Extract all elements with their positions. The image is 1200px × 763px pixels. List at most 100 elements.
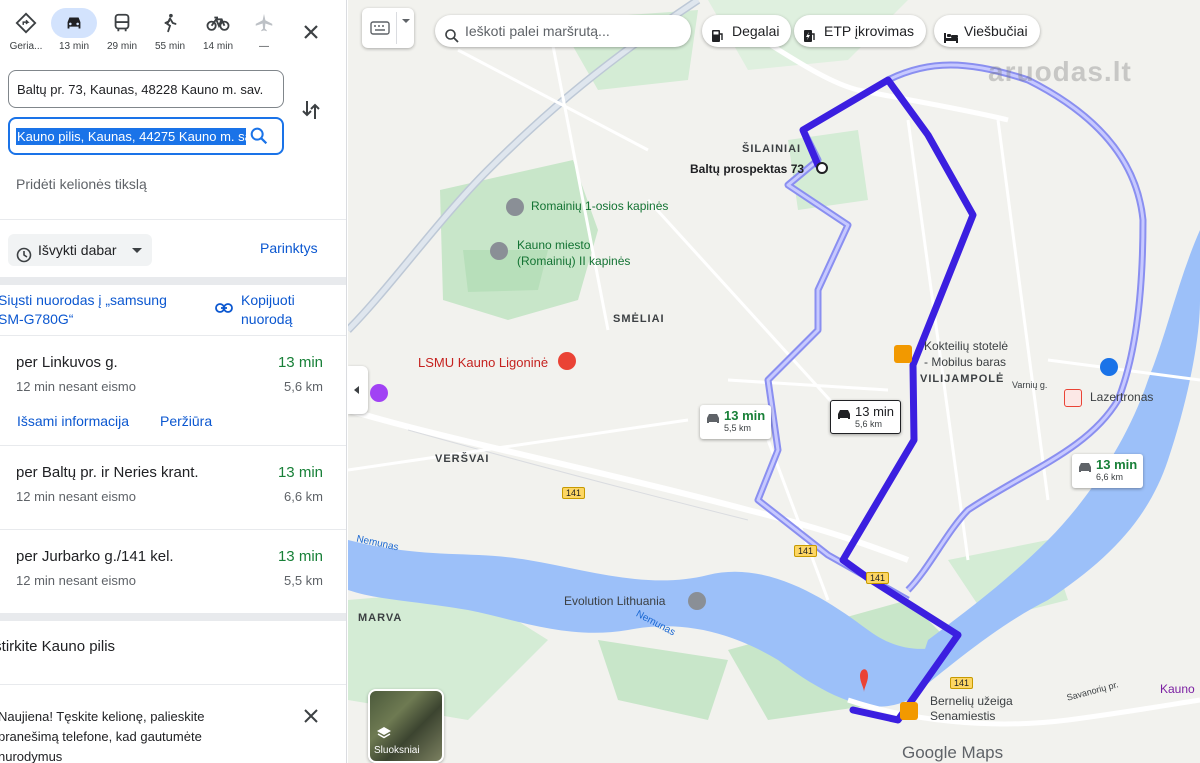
route-via: per Linkuvos g. xyxy=(16,354,118,371)
poi-label[interactable]: - Mobilus baras xyxy=(924,355,1006,369)
diamond-route-icon xyxy=(3,8,49,38)
origin-marker[interactable] xyxy=(816,162,828,174)
area-label: VILIJAMPOLĖ xyxy=(920,373,1005,385)
travel-mode-bar: Geria... 13 min 29 min 55 min 14 min — xyxy=(0,6,346,62)
museum-icon[interactable] xyxy=(370,384,388,402)
poi-label[interactable]: Lazertronas xyxy=(1090,390,1153,404)
divider xyxy=(0,219,346,220)
area-label: MARVA xyxy=(358,612,403,624)
directions-panel: Geria... 13 min 29 min 55 min 14 min — B… xyxy=(0,0,347,763)
route-time: 13 min xyxy=(277,464,323,481)
route-option-1[interactable]: per Linkuvos g. 13 min 12 min nesant eis… xyxy=(0,335,346,445)
route-traffic: 12 min nesant eismo xyxy=(16,379,136,394)
chevron-left-icon xyxy=(354,386,359,394)
send-to-phone-link[interactable]: Siųsti nuorodas į „samsung SM-G780G“ xyxy=(0,291,188,329)
origin-input[interactable] xyxy=(9,71,283,107)
keyboard-icon xyxy=(370,21,390,35)
ev-charger-icon xyxy=(803,23,817,55)
poi-label[interactable]: Kauno miesto xyxy=(517,238,590,252)
poi-label[interactable]: Senamiestis xyxy=(930,709,995,723)
mode-transit[interactable]: 29 min xyxy=(98,8,146,58)
poi-label[interactable]: Kokteilių stotelė xyxy=(924,339,1008,353)
place-icon[interactable] xyxy=(688,592,706,610)
area-label: VERŠVAI xyxy=(435,453,490,465)
cemetery-icon[interactable] xyxy=(490,242,508,260)
walk-icon xyxy=(147,8,193,38)
poi-label[interactable]: LSMU Kauno Ligoninė xyxy=(418,355,548,370)
layers-icon xyxy=(376,725,392,746)
road-number-badge: 141 xyxy=(794,545,818,557)
section-separator xyxy=(0,613,346,621)
home-icon[interactable] xyxy=(1100,358,1118,376)
mode-best[interactable]: Geria... xyxy=(2,8,50,58)
poi-label[interactable]: Bernelių užeiga xyxy=(930,694,1013,708)
chip-hotels[interactable]: Viešbučiai xyxy=(934,15,1040,47)
close-directions-button[interactable] xyxy=(296,17,326,47)
bar-icon[interactable] xyxy=(894,345,912,363)
chip-ev-charging[interactable]: ETP įkrovimas xyxy=(794,15,926,47)
area-label: ŠILAINIAI xyxy=(742,143,802,155)
section-separator xyxy=(0,277,346,285)
route-callout-selected[interactable]: 13 min 5,6 km xyxy=(830,400,902,434)
dismiss-news-button[interactable] xyxy=(300,705,322,732)
route-distance: 5,6 km xyxy=(283,379,323,394)
street-label: Varnių g. xyxy=(1012,380,1048,390)
preview-link[interactable]: Peržiūra xyxy=(160,413,212,429)
road-number-badge: 141 xyxy=(950,677,974,689)
poi-label[interactable]: Romainių 1-osios kapinės xyxy=(531,199,668,213)
origin-marker-label[interactable]: Baltų prospektas 73 xyxy=(690,162,804,176)
chevron-down-icon xyxy=(132,248,142,253)
depart-time-dropdown[interactable]: Išvykti dabar xyxy=(8,234,152,266)
close-icon xyxy=(304,709,318,723)
poi-label[interactable]: Evolution Lithuania xyxy=(564,594,665,608)
copy-link-button[interactable]: Kopijuoti nuorodą xyxy=(241,291,338,329)
watermark-logo: aruodas.lt xyxy=(988,56,1132,87)
close-icon xyxy=(304,25,318,39)
route-callout-alt-1[interactable]: 13 min 5,5 km xyxy=(700,405,772,439)
clock-icon xyxy=(16,242,32,274)
hospital-icon[interactable] xyxy=(558,352,576,370)
options-link[interactable]: Parinktys xyxy=(260,240,318,256)
fuel-pump-icon xyxy=(711,23,725,55)
route-option-3[interactable]: per Jurbarko g./141 kel. 13 min 12 min n… xyxy=(0,529,346,613)
car-icon xyxy=(836,407,852,425)
mode-bike[interactable]: 14 min xyxy=(194,8,242,58)
search-icon[interactable] xyxy=(248,125,270,152)
mode-flight[interactable]: — xyxy=(240,8,288,58)
route-distance: 6,6 km xyxy=(283,489,323,504)
route-callout-alt-2[interactable]: 13 min 6,6 km xyxy=(1072,454,1144,488)
collapse-panel-button[interactable] xyxy=(348,366,368,414)
road-number-badge: 141 xyxy=(562,487,586,499)
route-option-2[interactable]: per Baltų pr. ir Neries krant. 13 min 12… xyxy=(0,445,346,529)
mode-car[interactable]: 13 min xyxy=(50,8,98,58)
swap-arrows-icon xyxy=(302,101,320,119)
chip-fuel[interactable]: Degalai xyxy=(702,15,792,47)
destination-input[interactable]: Kauno pilis, Kaunas, 44275 Kauno m. sav. xyxy=(16,128,246,145)
car-icon xyxy=(51,8,97,38)
bus-icon xyxy=(99,8,145,38)
details-link[interactable]: Išsami informacija xyxy=(17,413,129,429)
search-along-route[interactable]: Ieškoti palei maršrutą... xyxy=(435,15,691,47)
mode-walk[interactable]: 55 min xyxy=(146,8,194,58)
add-destination-link[interactable]: Pridėti kelionės tikslą xyxy=(16,176,147,192)
route-via: per Baltų pr. ir Neries krant. xyxy=(16,464,199,481)
input-tools-button[interactable] xyxy=(362,8,414,48)
search-icon xyxy=(444,23,460,55)
airplane-icon xyxy=(241,8,287,38)
explore-destination-heading[interactable]: Ištirkite Kauno pilis xyxy=(0,638,115,655)
cemetery-icon[interactable] xyxy=(506,198,524,216)
attraction-icon[interactable] xyxy=(1064,389,1082,407)
origin-field[interactable] xyxy=(8,70,284,108)
swap-locations-button[interactable] xyxy=(300,98,322,127)
destination-field[interactable]: Kauno pilis, Kaunas, 44275 Kauno m. sav. xyxy=(8,117,284,155)
map-base xyxy=(348,0,1200,727)
route-traffic: 12 min nesant eismo xyxy=(16,573,136,588)
google-maps-logo: Google Maps xyxy=(902,743,1004,762)
area-label: Kauno xyxy=(1160,682,1195,696)
layers-button[interactable]: Sluoksniai xyxy=(368,689,444,763)
map-canvas[interactable]: Ieškoti palei maršrutą... Degalai ETP įk… xyxy=(348,0,1200,763)
restaurant-icon[interactable] xyxy=(900,702,918,720)
poi-label[interactable]: (Romainių) II kapinės xyxy=(517,254,630,268)
route-time: 13 min xyxy=(277,548,323,565)
route-time: 13 min xyxy=(277,354,323,371)
